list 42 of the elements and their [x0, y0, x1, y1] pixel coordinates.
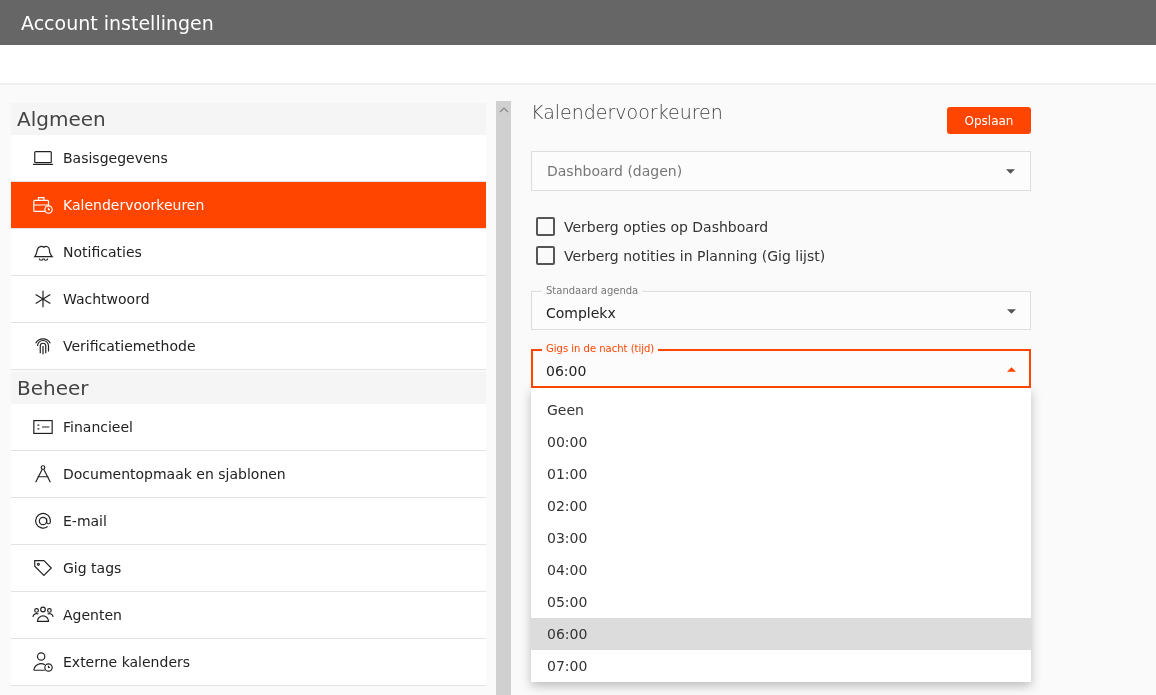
night-time-select[interactable]: Gigs in de nacht (tijd) 06:00 — [531, 343, 1031, 388]
compass-icon — [32, 463, 54, 485]
checkbox[interactable] — [536, 217, 555, 236]
panel-title: Kalendervoorkeuren — [531, 101, 723, 123]
dropdown-option[interactable]: 05:00 — [531, 586, 1031, 618]
field-label: Standaard agenda — [542, 285, 643, 297]
dropdown-option[interactable]: 00:00 — [531, 426, 1031, 458]
dropdown-option[interactable]: 07:00 — [531, 650, 1031, 682]
dropdown-option[interactable]: 06:00 — [531, 618, 1031, 650]
sidebar-item[interactable]: Wachtwoord — [11, 276, 486, 323]
dropdown-option[interactable]: 02:00 — [531, 490, 1031, 522]
sidebar-item[interactable]: Verificatiemethode — [11, 323, 486, 370]
section-header: Beheer — [11, 372, 486, 404]
caret-icon — [1007, 308, 1016, 314]
caret-icon — [1006, 168, 1015, 174]
sidebar-item[interactable]: E-mail — [11, 498, 486, 545]
agenda-select[interactable]: Standaard agenda Complekx — [531, 285, 1031, 330]
scrollbar[interactable] — [496, 101, 511, 695]
tag-icon — [32, 557, 54, 579]
field-label: Gigs in de nacht (tijd) — [542, 343, 659, 355]
checkbox-label: Verberg notities in Planning (Gig lijst) — [564, 247, 826, 264]
sidebar-item[interactable]: Notificaties — [11, 229, 486, 276]
fingerprint-icon — [32, 335, 54, 357]
dropdown-option[interactable]: 03:00 — [531, 522, 1031, 554]
dropdown-option[interactable]: Geen — [531, 394, 1031, 426]
caret-icon — [1007, 366, 1016, 372]
person-clock-icon — [32, 651, 54, 673]
dashboard-select[interactable]: Dashboard (dagen) — [531, 151, 1031, 191]
dropdown-option[interactable]: 04:00 — [531, 554, 1031, 586]
checkbox[interactable] — [536, 246, 555, 265]
checkbox-label: Verberg opties op Dashboard — [564, 218, 769, 235]
sidebar-item[interactable]: Gig tags — [11, 545, 486, 592]
dropdown-option[interactable]: 01:00 — [531, 458, 1031, 490]
sidebar-item[interactable]: Agenten — [11, 592, 486, 639]
briefcase-clock-icon — [32, 194, 54, 216]
sidebar-item[interactable]: Financieel — [11, 404, 486, 451]
sidebar-item[interactable]: Basisgegevens — [11, 135, 486, 182]
sidebar-item[interactable]: Externe kalenders — [11, 639, 486, 686]
section-header: Algmeen — [11, 103, 486, 135]
at-sign-icon — [32, 510, 54, 532]
window-title: Account instellingen — [21, 11, 214, 34]
sidebar-item[interactable]: Documentopmaak en sjablonen — [11, 451, 486, 498]
